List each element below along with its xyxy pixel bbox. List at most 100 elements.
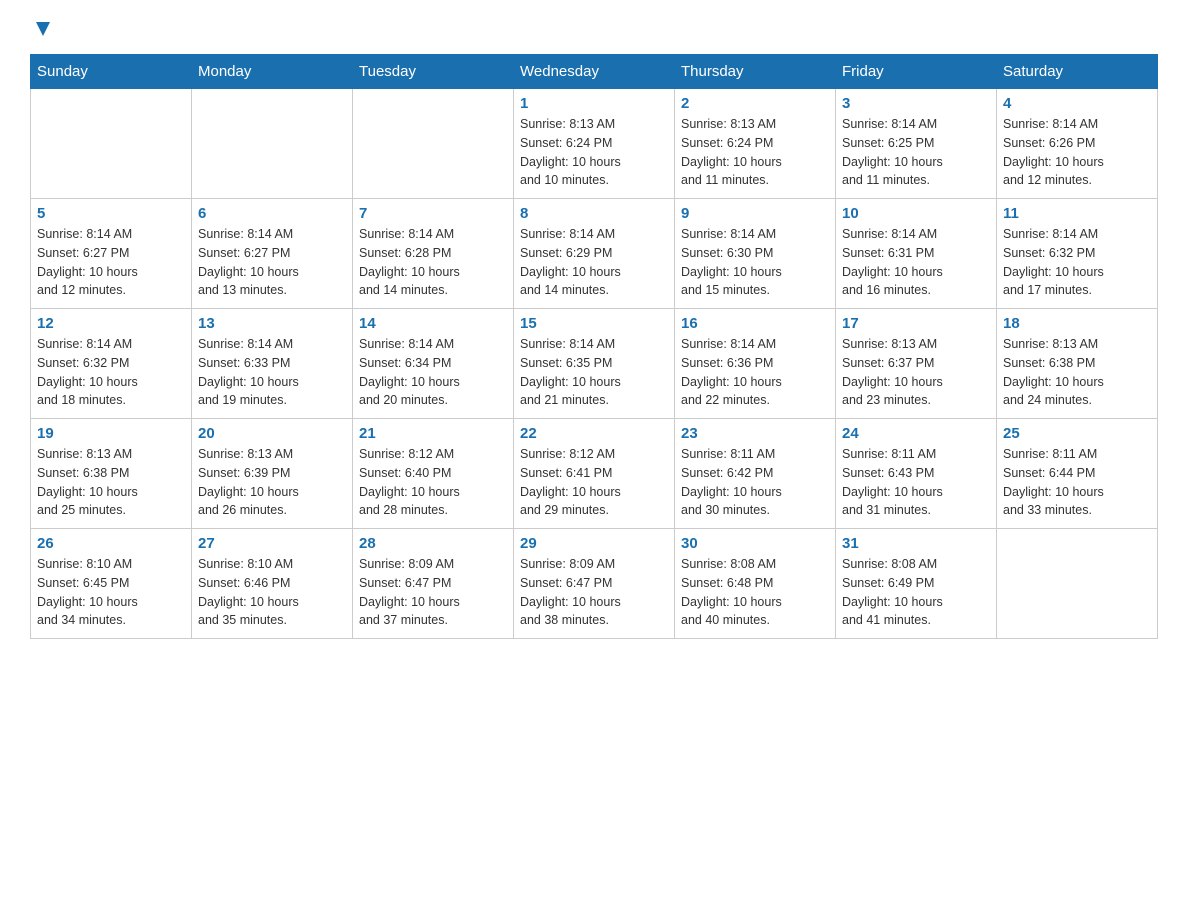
day-info: Sunrise: 8:14 AM Sunset: 6:32 PM Dayligh… [1003, 225, 1151, 300]
day-info: Sunrise: 8:13 AM Sunset: 6:38 PM Dayligh… [37, 445, 185, 520]
day-number: 11 [1003, 205, 1151, 222]
calendar-week-row: 5 Sunrise: 8:14 AM Sunset: 6:27 PM Daylig… [31, 199, 1158, 309]
calendar-cell: 1Sunrise: 8:13 AM Sunset: 6:24 PM Daylig… [514, 89, 675, 199]
day-info: Sunrise: 8:08 AM Sunset: 6:49 PM Dayligh… [842, 555, 990, 630]
day-number: 28 [359, 535, 507, 552]
day-info: Sunrise: 8:11 AM Sunset: 6:42 PM Dayligh… [681, 445, 829, 520]
day-info: Sunrise: 8:14 AM Sunset: 6:27 PM Dayligh… [198, 225, 346, 300]
column-header-tuesday: Tuesday [353, 55, 514, 89]
day-number: 31 [842, 535, 990, 552]
calendar-cell [353, 89, 514, 199]
calendar-cell: 6 Sunrise: 8:14 AM Sunset: 6:27 PM Daylig… [192, 199, 353, 309]
calendar-cell: 30 Sunrise: 8:08 AM Sunset: 6:48 PM Dayli… [675, 529, 836, 639]
calendar-cell: 13Sunrise: 8:14 AM Sunset: 6:33 PM Dayli… [192, 309, 353, 419]
calendar-week-row: 19 Sunrise: 8:13 AM Sunset: 6:38 PM Dayli… [31, 419, 1158, 529]
day-info: Sunrise: 8:13 AM Sunset: 6:39 PM Dayligh… [198, 445, 346, 520]
calendar-cell: 29 Sunrise: 8:09 AM Sunset: 6:47 PM Dayli… [514, 529, 675, 639]
calendar-cell: 24 Sunrise: 8:11 AM Sunset: 6:43 PM Dayli… [836, 419, 997, 529]
day-info: Sunrise: 8:11 AM Sunset: 6:43 PM Dayligh… [842, 445, 990, 520]
calendar-cell: 5 Sunrise: 8:14 AM Sunset: 6:27 PM Daylig… [31, 199, 192, 309]
calendar-header-row: SundayMondayTuesdayWednesdayThursdayFrid… [31, 55, 1158, 89]
column-header-friday: Friday [836, 55, 997, 89]
day-info: Sunrise: 8:14 AM Sunset: 6:25 PM Dayligh… [842, 115, 990, 190]
calendar-cell: 3 Sunrise: 8:14 AM Sunset: 6:25 PM Daylig… [836, 89, 997, 199]
calendar-table: SundayMondayTuesdayWednesdayThursdayFrid… [30, 54, 1158, 639]
calendar-cell: 7Sunrise: 8:14 AM Sunset: 6:28 PM Daylig… [353, 199, 514, 309]
logo [30, 20, 54, 34]
calendar-cell: 25 Sunrise: 8:11 AM Sunset: 6:44 PM Dayli… [997, 419, 1158, 529]
day-number: 30 [681, 535, 829, 552]
day-number: 19 [37, 425, 185, 442]
calendar-cell: 31 Sunrise: 8:08 AM Sunset: 6:49 PM Dayli… [836, 529, 997, 639]
day-info: Sunrise: 8:14 AM Sunset: 6:33 PM Dayligh… [198, 335, 346, 410]
day-number: 1 [520, 95, 668, 112]
calendar-cell [997, 529, 1158, 639]
day-number: 25 [1003, 425, 1151, 442]
calendar-cell: 16Sunrise: 8:14 AM Sunset: 6:36 PM Dayli… [675, 309, 836, 419]
day-info: Sunrise: 8:09 AM Sunset: 6:47 PM Dayligh… [520, 555, 668, 630]
calendar-cell: 22 Sunrise: 8:12 AM Sunset: 6:41 PM Dayli… [514, 419, 675, 529]
calendar-cell: 20 Sunrise: 8:13 AM Sunset: 6:39 PM Dayli… [192, 419, 353, 529]
day-info: Sunrise: 8:10 AM Sunset: 6:45 PM Dayligh… [37, 555, 185, 630]
page-header [30, 20, 1158, 34]
calendar-cell [192, 89, 353, 199]
day-info: Sunrise: 8:13 AM Sunset: 6:38 PM Dayligh… [1003, 335, 1151, 410]
calendar-cell [31, 89, 192, 199]
day-info: Sunrise: 8:13 AM Sunset: 6:37 PM Dayligh… [842, 335, 990, 410]
day-number: 20 [198, 425, 346, 442]
day-number: 29 [520, 535, 668, 552]
day-info: Sunrise: 8:11 AM Sunset: 6:44 PM Dayligh… [1003, 445, 1151, 520]
day-info: Sunrise: 8:12 AM Sunset: 6:40 PM Dayligh… [359, 445, 507, 520]
day-number: 6 [198, 205, 346, 222]
calendar-cell: 15Sunrise: 8:14 AM Sunset: 6:35 PM Dayli… [514, 309, 675, 419]
calendar-cell: 27 Sunrise: 8:10 AM Sunset: 6:46 PM Dayli… [192, 529, 353, 639]
calendar-cell: 9 Sunrise: 8:14 AM Sunset: 6:30 PM Daylig… [675, 199, 836, 309]
day-number: 22 [520, 425, 668, 442]
day-info: Sunrise: 8:14 AM Sunset: 6:32 PM Dayligh… [37, 335, 185, 410]
calendar-week-row: 1 Sunrise: 8:13 AM Sunset: 6:24 PM Daylig… [31, 89, 1158, 199]
calendar-cell: 28 Sunrise: 8:09 AM Sunset: 6:47 PM Dayli… [353, 529, 514, 639]
day-number: 27 [198, 535, 346, 552]
calendar-cell: 23 Sunrise: 8:11 AM Sunset: 6:42 PM Dayli… [675, 419, 836, 529]
calendar-cell: 2 Sunrise: 8:13 AM Sunset: 6:24 PM Daylig… [675, 89, 836, 199]
day-number: 5 [37, 205, 185, 222]
day-number: 26 [37, 535, 185, 552]
day-number: 8 [520, 205, 668, 222]
day-info: Sunrise: 8:12 AM Sunset: 6:41 PM Dayligh… [520, 445, 668, 520]
day-info: Sunrise: 8:14 AM Sunset: 6:28 PM Dayligh… [359, 225, 507, 300]
calendar-cell: 21Sunrise: 8:12 AM Sunset: 6:40 PM Dayli… [353, 419, 514, 529]
calendar-cell: 12 Sunrise: 8:14 AM Sunset: 6:32 PM Dayli… [31, 309, 192, 419]
day-number: 17 [842, 315, 990, 332]
day-info: Sunrise: 8:09 AM Sunset: 6:47 PM Dayligh… [359, 555, 507, 630]
day-info: Sunrise: 8:13 AM Sunset: 6:24 PM Dayligh… [681, 115, 829, 190]
calendar-cell: 18 Sunrise: 8:13 AM Sunset: 6:38 PM Dayli… [997, 309, 1158, 419]
day-info: Sunrise: 8:14 AM Sunset: 6:34 PM Dayligh… [359, 335, 507, 410]
calendar-cell: 10Sunrise: 8:14 AM Sunset: 6:31 PM Dayli… [836, 199, 997, 309]
day-number: 15 [520, 315, 668, 332]
day-number: 12 [37, 315, 185, 332]
day-info: Sunrise: 8:14 AM Sunset: 6:29 PM Dayligh… [520, 225, 668, 300]
day-info: Sunrise: 8:10 AM Sunset: 6:46 PM Dayligh… [198, 555, 346, 630]
day-number: 18 [1003, 315, 1151, 332]
calendar-cell: 17 Sunrise: 8:13 AM Sunset: 6:37 PM Dayli… [836, 309, 997, 419]
day-number: 2 [681, 95, 829, 112]
day-number: 24 [842, 425, 990, 442]
day-info: Sunrise: 8:14 AM Sunset: 6:26 PM Dayligh… [1003, 115, 1151, 190]
calendar-cell: 14Sunrise: 8:14 AM Sunset: 6:34 PM Dayli… [353, 309, 514, 419]
column-header-saturday: Saturday [997, 55, 1158, 89]
calendar-cell: 4 Sunrise: 8:14 AM Sunset: 6:26 PM Daylig… [997, 89, 1158, 199]
day-info: Sunrise: 8:14 AM Sunset: 6:27 PM Dayligh… [37, 225, 185, 300]
day-number: 4 [1003, 95, 1151, 112]
calendar-week-row: 26 Sunrise: 8:10 AM Sunset: 6:45 PM Dayli… [31, 529, 1158, 639]
day-info: Sunrise: 8:14 AM Sunset: 6:36 PM Dayligh… [681, 335, 829, 410]
day-info: Sunrise: 8:14 AM Sunset: 6:30 PM Dayligh… [681, 225, 829, 300]
day-number: 10 [842, 205, 990, 222]
day-number: 3 [842, 95, 990, 112]
day-number: 23 [681, 425, 829, 442]
column-header-sunday: Sunday [31, 55, 192, 89]
day-info: Sunrise: 8:08 AM Sunset: 6:48 PM Dayligh… [681, 555, 829, 630]
logo-triangle-icon [32, 18, 54, 40]
calendar-cell: 26 Sunrise: 8:10 AM Sunset: 6:45 PM Dayli… [31, 529, 192, 639]
calendar-cell: 11 Sunrise: 8:14 AM Sunset: 6:32 PM Dayli… [997, 199, 1158, 309]
day-number: 9 [681, 205, 829, 222]
